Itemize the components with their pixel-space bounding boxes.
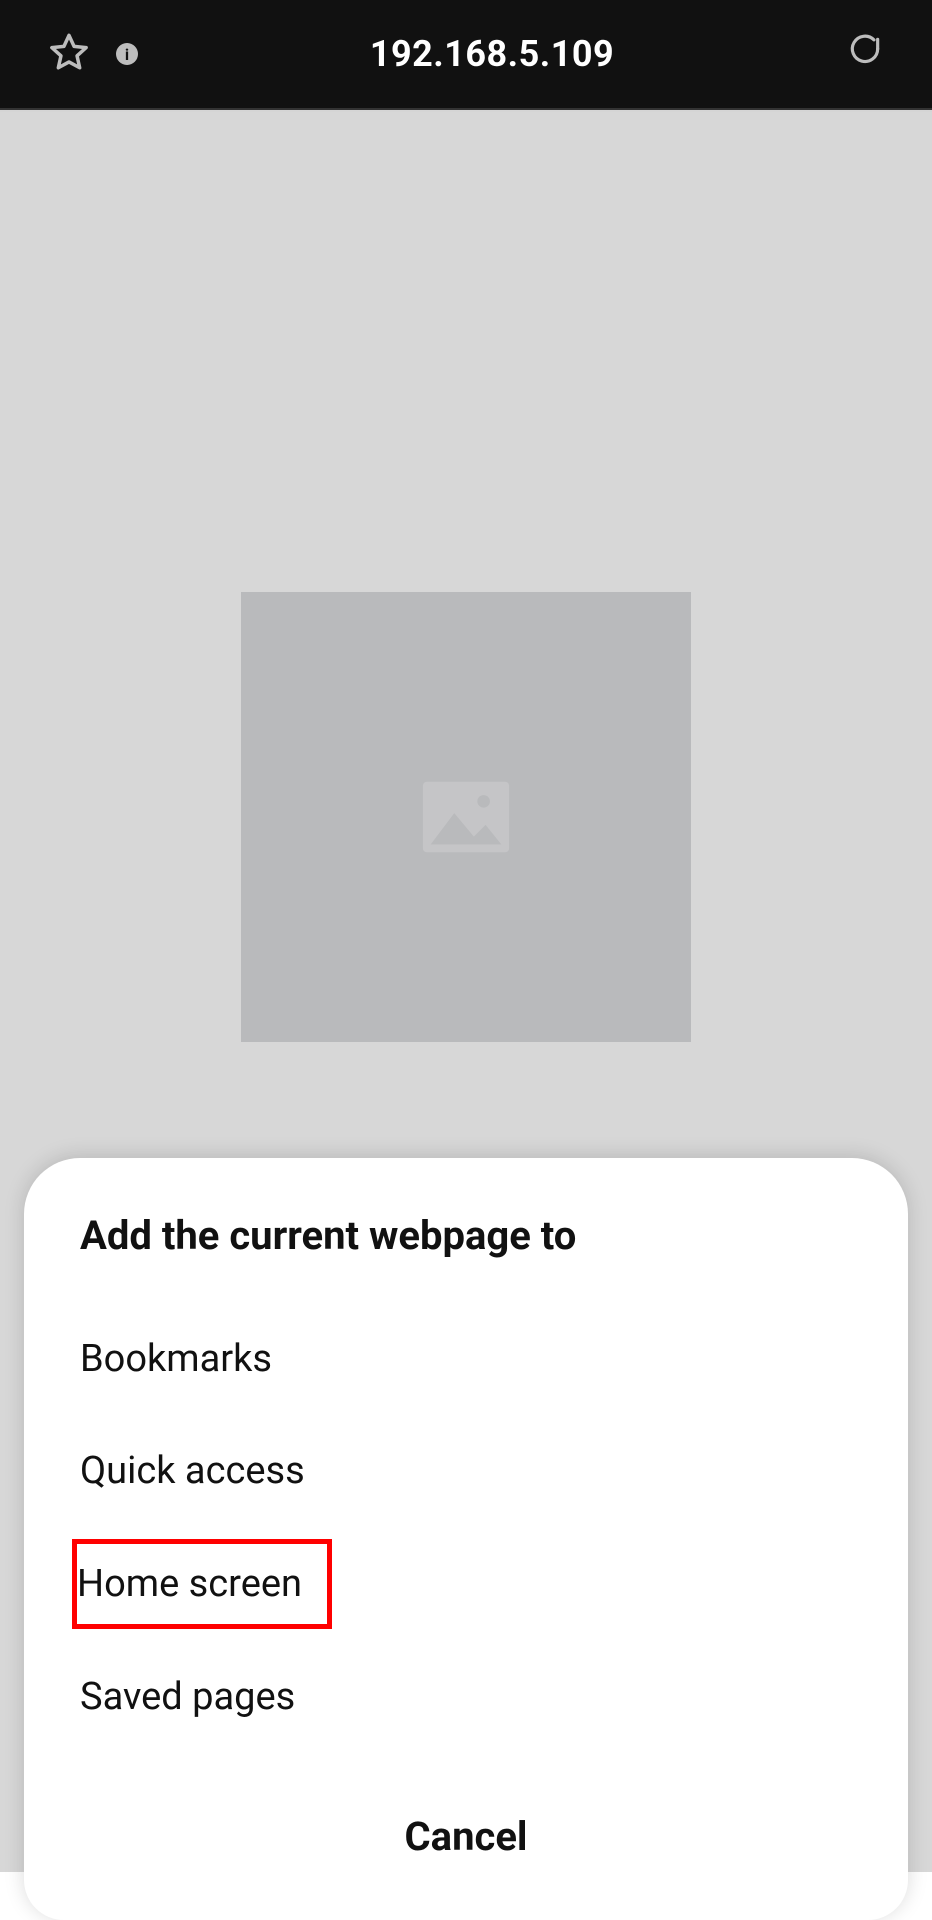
option-home-screen[interactable]: Home screen	[72, 1539, 332, 1629]
browser-toolbar: i 192.168.5.109	[0, 0, 932, 110]
site-info-icon[interactable]: i	[116, 43, 138, 65]
reload-icon[interactable]	[846, 33, 884, 75]
option-bookmarks[interactable]: Bookmarks	[80, 1311, 340, 1407]
address-bar[interactable]: 192.168.5.109	[138, 33, 846, 75]
add-page-dialog: Add the current webpage to Bookmarks Qui…	[24, 1158, 908, 1920]
option-saved-pages[interactable]: Saved pages	[80, 1649, 340, 1745]
option-quick-access[interactable]: Quick access	[80, 1423, 340, 1519]
dialog-title: Add the current webpage to	[80, 1212, 852, 1259]
cancel-button[interactable]: Cancel	[80, 1813, 852, 1860]
bookmark-star-icon[interactable]	[48, 31, 90, 77]
image-placeholder	[241, 592, 691, 1042]
